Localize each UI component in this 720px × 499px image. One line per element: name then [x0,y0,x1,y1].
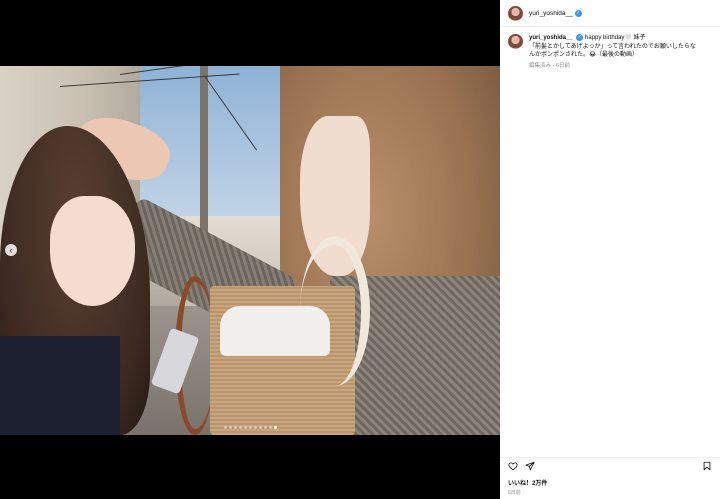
caption-meta: 編集済み · 6日前 [529,62,570,69]
post-photo[interactable] [0,66,500,435]
header-username[interactable]: yuri_yoshida__ [529,10,573,17]
carousel-dot[interactable] [273,426,277,429]
caption-text-line2: 「前髪とかしてあげよっか」って言われたのでお願いしたらな [529,43,696,50]
caption-verified-badge-icon: ✓ [576,34,584,41]
carousel-dot[interactable] [238,426,242,429]
carousel-dot[interactable] [263,426,267,429]
carousel-dot[interactable] [248,426,252,429]
caption-username[interactable]: yuri_yoshida__ [529,35,573,41]
post-header: yuri_yoshida__ ✓ [500,0,720,27]
carousel-prev-button[interactable]: ‹ [5,244,17,256]
carousel-dot[interactable] [243,426,247,429]
action-bar [500,457,720,473]
post-sidebar: yuri_yoshida__ ✓ yuri_yoshida__ ✓ happy … [500,0,720,499]
carousel-dot[interactable] [268,426,272,429]
heart-icon[interactable] [508,461,518,471]
carousel-dot[interactable] [253,426,257,429]
carousel-indicator [0,426,500,429]
carousel-dot[interactable] [228,426,232,429]
caption: yuri_yoshida__ ✓ happy birthday🤍 妹子 「前髪と… [500,27,720,70]
caption-text-line3: んかポンポンされた。😂（最後の動画） [529,52,639,59]
instagram-post: ‹ yuri_yoshida__ ✓ yuri_yoshida__ ✓ happ… [0,0,720,499]
chevron-left-icon: ‹ [9,245,13,255]
bookmark-icon[interactable] [702,461,712,471]
post-date: 6日前 [508,490,521,496]
post-media: ‹ [0,0,500,499]
send-icon[interactable] [525,461,535,471]
caption-avatar[interactable] [508,34,523,49]
carousel-dot[interactable] [223,426,227,429]
carousel-dot[interactable] [258,426,262,429]
likes-count[interactable]: いいね！2万件 [508,478,547,487]
carousel-dot[interactable] [233,426,237,429]
avatar[interactable] [508,5,523,21]
verified-badge-icon: ✓ [574,9,582,17]
caption-text-line1: happy birthday🤍 妹子 [585,35,646,42]
